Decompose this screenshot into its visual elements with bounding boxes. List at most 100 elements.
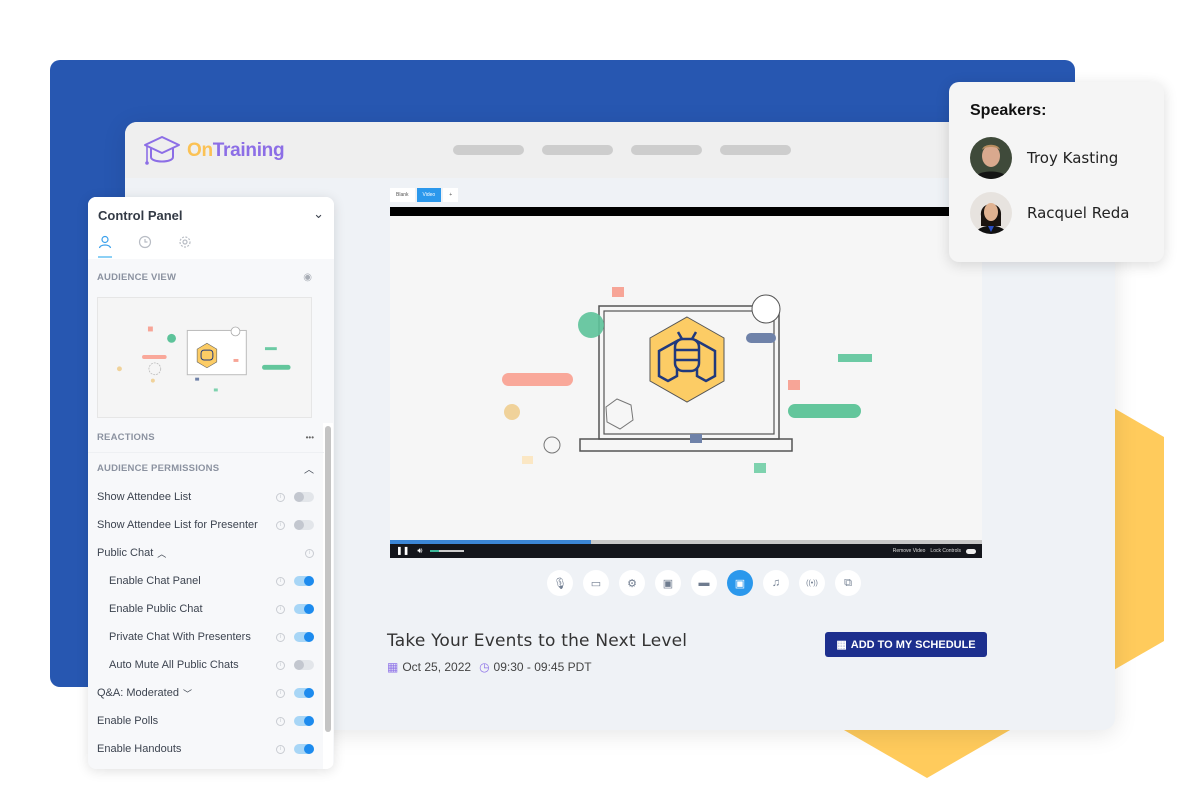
info-icon[interactable]: i [276,632,285,642]
permission-row: Show Attendee List i [88,483,324,511]
info-icon[interactable]: i [276,688,285,698]
calendar-icon: ▦ [836,639,847,651]
stage-toolbar: 🎙 ▭ ⚙ ▣ ▬ ▣ ♫ ((•)) ⧉ [547,570,861,596]
permission-label: Enable Handouts [97,743,182,755]
scene-tab-video[interactable]: Video [416,188,442,202]
more-options-icon[interactable]: ••• [306,433,314,442]
permission-row: Show Attendee List for Presenter i [88,511,324,539]
tab-settings[interactable] [178,235,192,258]
info-icon[interactable]: i [276,744,285,754]
logo-text: OnTraining [187,140,285,162]
permission-toggle[interactable] [294,632,314,642]
tab-audience[interactable] [98,235,112,258]
nav-placeholder[interactable] [631,145,702,155]
logo-training: Training [212,140,285,161]
volume-slider[interactable] [430,550,465,552]
speaker-item[interactable]: Racquel Reda [970,192,1129,234]
permission-toggle[interactable] [294,604,314,614]
audience-permissions-section[interactable]: AUDIENCE PERMISSIONS ︿ [88,453,324,483]
info-icon[interactable]: i [276,604,285,614]
settings-icon: ⚙ [627,577,637,590]
whiteboard-icon: ⧉ [844,576,852,589]
settings-button[interactable]: ⚙ [619,570,645,596]
slides-icon: ▬ [698,577,710,589]
nav-placeholder[interactable] [720,145,791,155]
gear-icon [179,236,191,248]
whiteboard-button[interactable]: ⧉ [835,570,861,596]
scene-tabs: Blank Video + [390,188,982,202]
info-icon[interactable]: i [276,716,285,726]
permission-toggle[interactable] [294,716,314,726]
permission-label: Public Chat [97,547,154,559]
panel-scrollbar[interactable] [325,426,331,732]
broadcast-button[interactable]: ((•)) [799,570,825,596]
info-icon[interactable]: i [276,492,285,502]
permission-toggle[interactable] [294,492,314,502]
nav-placeholder[interactable] [453,145,524,155]
lock-controls-label: Lock Controls [930,548,961,554]
speakers-title: Speakers: [970,102,1047,119]
collapse-panel-chevron-icon[interactable]: ⌄ [313,206,324,222]
avatar [970,137,1012,179]
chevron-up-icon[interactable]: ︿ [157,547,166,560]
tab-schedule[interactable] [138,235,152,258]
permission-toggle[interactable] [294,744,314,754]
info-icon[interactable]: i [276,520,285,530]
audience-view-label: AUDIENCE VIEW [97,272,177,283]
audience-permissions-label: AUDIENCE PERMISSIONS [97,462,220,474]
screen-share-button[interactable]: ▣ [655,570,681,596]
nav-placeholder[interactable] [542,145,613,155]
control-panel-tabs [98,235,192,258]
reactions-section[interactable]: REACTIONS ••• [88,423,324,453]
permission-toggle[interactable] [294,520,314,530]
video-icon: ▣ [734,577,746,590]
permission-label: Auto Mute All Public Chats [109,659,239,671]
control-panel-list: REACTIONS ••• AUDIENCE PERMISSIONS ︿ Sho… [88,423,324,763]
permission-row: Private Chat With Presenters i [88,623,324,651]
volume-fill [430,550,439,552]
speaker-item[interactable]: Troy Kasting [970,137,1118,179]
permission-toggle[interactable] [294,688,314,698]
add-to-schedule-button[interactable]: ▦ ADD TO MY SCHEDULE [825,632,987,657]
permission-label: Private Chat With Presenters [109,631,251,643]
info-icon[interactable]: i [305,548,314,558]
pause-icon[interactable]: ❚❚ [396,544,409,558]
speaker-name: Troy Kasting [1027,149,1119,167]
slides-button[interactable]: ▬ [691,570,717,596]
permission-toggle[interactable] [294,660,314,670]
volume-icon[interactable]: 🔊︎ [417,544,422,558]
event-title: Take Your Events to the Next Level [387,631,688,651]
chevron-up-icon[interactable]: ︿ [304,461,314,476]
audience-view-preview[interactable] [97,297,312,418]
user-icon [98,235,112,249]
video-player[interactable]: ❚❚ 🔊︎ Remove Video Lock Controls [390,207,982,558]
video-button[interactable]: ▣ [727,570,753,596]
permission-label: Show Attendee List for Presenter [97,519,258,531]
graduation-cap-icon [144,136,180,165]
microphone-button[interactable]: 🎙 [547,570,573,596]
avatar [970,192,1012,234]
eye-icon[interactable]: ◉ [303,272,312,283]
clock-icon [138,235,152,249]
speakers-card: Speakers: Troy Kasting Racquel Reda [949,82,1164,262]
music-icon: ♫ [771,577,781,589]
remove-video-button[interactable]: Remove Video [893,548,926,554]
info-icon[interactable]: i [276,576,285,586]
scene-tab-blank[interactable]: Blank [390,188,415,202]
chevron-down-icon[interactable]: ﹀ [183,687,192,700]
logo[interactable]: OnTraining [143,135,285,167]
add-scene-button[interactable]: + [443,188,459,202]
clock-icon: ◷ [479,660,490,674]
permission-toggle[interactable] [294,576,314,586]
lock-controls-toggle[interactable] [966,548,976,554]
nav-placeholders [453,145,791,155]
camera-button[interactable]: ▭ [583,570,609,596]
permissions-list: Show Attendee List i Show Attendee List fo… [88,483,324,763]
microphone-icon: 🎙 [553,577,567,590]
control-panel-title: Control Panel [98,208,183,223]
calendar-icon: ▦ [387,660,399,674]
info-icon[interactable]: i [276,660,285,670]
control-panel-header: Control Panel ⌄ [88,197,334,259]
permission-row: Enable Chat Panel i [88,567,324,595]
music-button[interactable]: ♫ [763,570,789,596]
